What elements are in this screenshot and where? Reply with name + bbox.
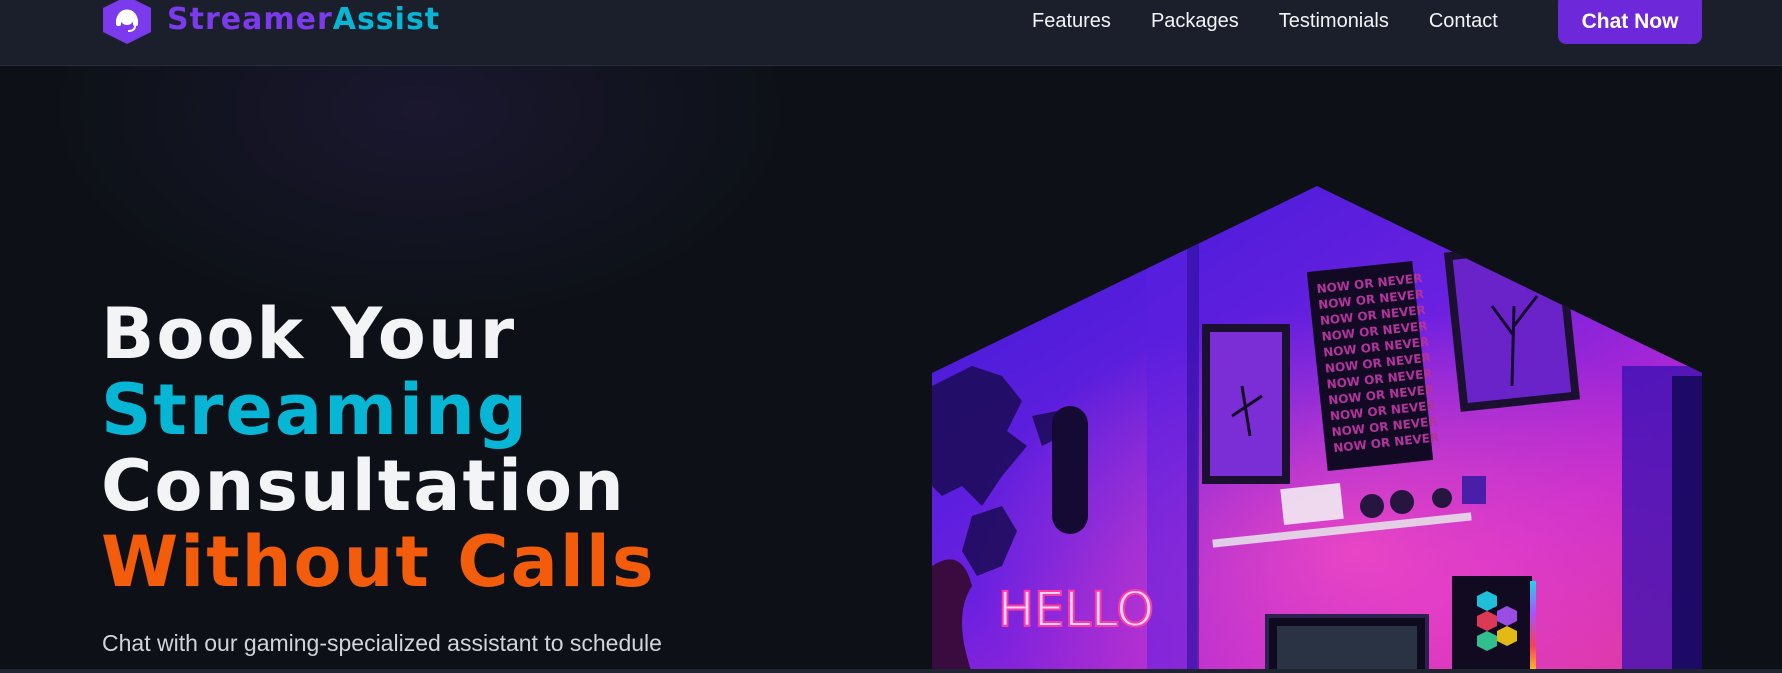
headset-icon	[103, 0, 151, 44]
hero-title-line-1: Book Your	[101, 293, 517, 375]
nav-link-contact[interactable]: Contact	[1429, 10, 1498, 33]
brand-logo[interactable]: StreamerAssist	[101, 0, 440, 44]
brand-name-part2: Assist	[332, 2, 441, 37]
navbar: StreamerAssist Features Packages Testimo…	[0, 0, 1782, 66]
hero-title: Book Your Streaming Consultation Without…	[101, 296, 656, 600]
nav-link-packages[interactable]: Packages	[1151, 10, 1239, 33]
nav-link-testimonials[interactable]: Testimonials	[1279, 10, 1389, 33]
hero-title-line-2: Streaming	[101, 369, 529, 451]
hero-image: NOW OR NEVER NOW OR NEVER NOW OR NEVER N…	[932, 186, 1702, 673]
landing-page: StreamerAssist Features Packages Testimo…	[0, 0, 1782, 673]
viewport-bottom-divider	[0, 669, 1782, 673]
brand-name: StreamerAssist	[167, 5, 440, 35]
neon-sign-text: HELLO	[998, 582, 1154, 638]
hero-title-line-3: Consultation	[101, 445, 626, 527]
brand-name-part1: Streamer	[167, 2, 333, 37]
hero-title-line-4: Without Calls	[101, 521, 656, 603]
nav-link-features[interactable]: Features	[1032, 10, 1111, 33]
hero-subtitle: Chat with our gaming-specialized assista…	[102, 630, 662, 656]
chat-now-button[interactable]: Chat Now	[1558, 0, 1702, 44]
nav-links: Features Packages Testimonials Contact	[1032, 0, 1538, 42]
